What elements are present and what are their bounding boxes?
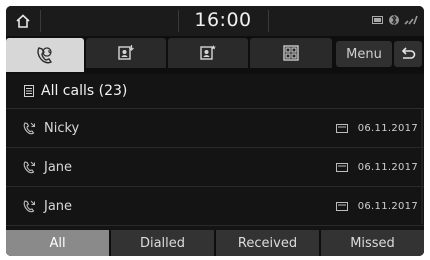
- status-bar: 16:00: [6, 6, 424, 36]
- tab-favorites[interactable]: [168, 38, 248, 68]
- call-date: 06.11.2017: [357, 161, 418, 173]
- filter-all-button[interactable]: All: [6, 230, 109, 256]
- bluetooth-phone-icon: [389, 14, 399, 26]
- phone-device-icon: [335, 123, 348, 133]
- scrollbar[interactable]: [421, 108, 423, 224]
- list-item[interactable]: Jane 06.11.2017: [6, 187, 424, 226]
- list-title: All calls (23): [41, 83, 128, 99]
- contacts-download-icon: [118, 45, 134, 60]
- tab-call-history[interactable]: [6, 38, 84, 72]
- battery-icon: [372, 16, 383, 24]
- phone-device-icon: [335, 162, 348, 172]
- phone-screen: 16:00 Menu All calls (23) Nicky 06.11.20…: [6, 6, 424, 256]
- list-item[interactable]: Jane 06.11.2017: [6, 148, 424, 187]
- tab-dialpad[interactable]: [250, 38, 332, 68]
- outgoing-call-icon: [23, 161, 35, 174]
- call-list: All calls (23) Nicky 06.11.2017 Jane 06.…: [6, 74, 424, 226]
- call-date: 06.11.2017: [357, 122, 418, 134]
- outgoing-call-icon: [23, 200, 35, 213]
- status-divider: [268, 10, 269, 32]
- list-header[interactable]: All calls (23): [6, 74, 424, 109]
- tab-bar: Menu: [6, 36, 424, 74]
- back-button[interactable]: [394, 41, 422, 67]
- system-icons: [372, 14, 418, 26]
- tab-contacts-download[interactable]: [86, 38, 166, 68]
- list-icon: [24, 85, 34, 97]
- phone-device-icon: [335, 201, 348, 211]
- list-item[interactable]: Nicky 06.11.2017: [6, 109, 424, 148]
- menu-button[interactable]: Menu: [336, 41, 392, 67]
- filter-missed-button[interactable]: Missed: [321, 230, 424, 256]
- call-history-icon: [37, 47, 53, 64]
- outgoing-call-icon: [23, 122, 35, 135]
- filter-bar: All Dialled Received Missed: [6, 230, 424, 256]
- call-date: 06.11.2017: [357, 200, 418, 212]
- filter-received-button[interactable]: Received: [216, 230, 319, 256]
- favorites-icon: [200, 45, 216, 60]
- filter-dialled-button[interactable]: Dialled: [111, 230, 214, 256]
- contact-name: Jane: [44, 159, 73, 175]
- home-icon[interactable]: [12, 10, 34, 32]
- dialpad-icon: [283, 45, 299, 61]
- contact-name: Nicky: [44, 120, 80, 136]
- signal-icon: [404, 15, 418, 25]
- back-arrow-icon: [401, 47, 416, 59]
- status-divider: [40, 10, 41, 32]
- contact-name: Jane: [44, 198, 73, 214]
- clock: 16:00: [194, 9, 252, 31]
